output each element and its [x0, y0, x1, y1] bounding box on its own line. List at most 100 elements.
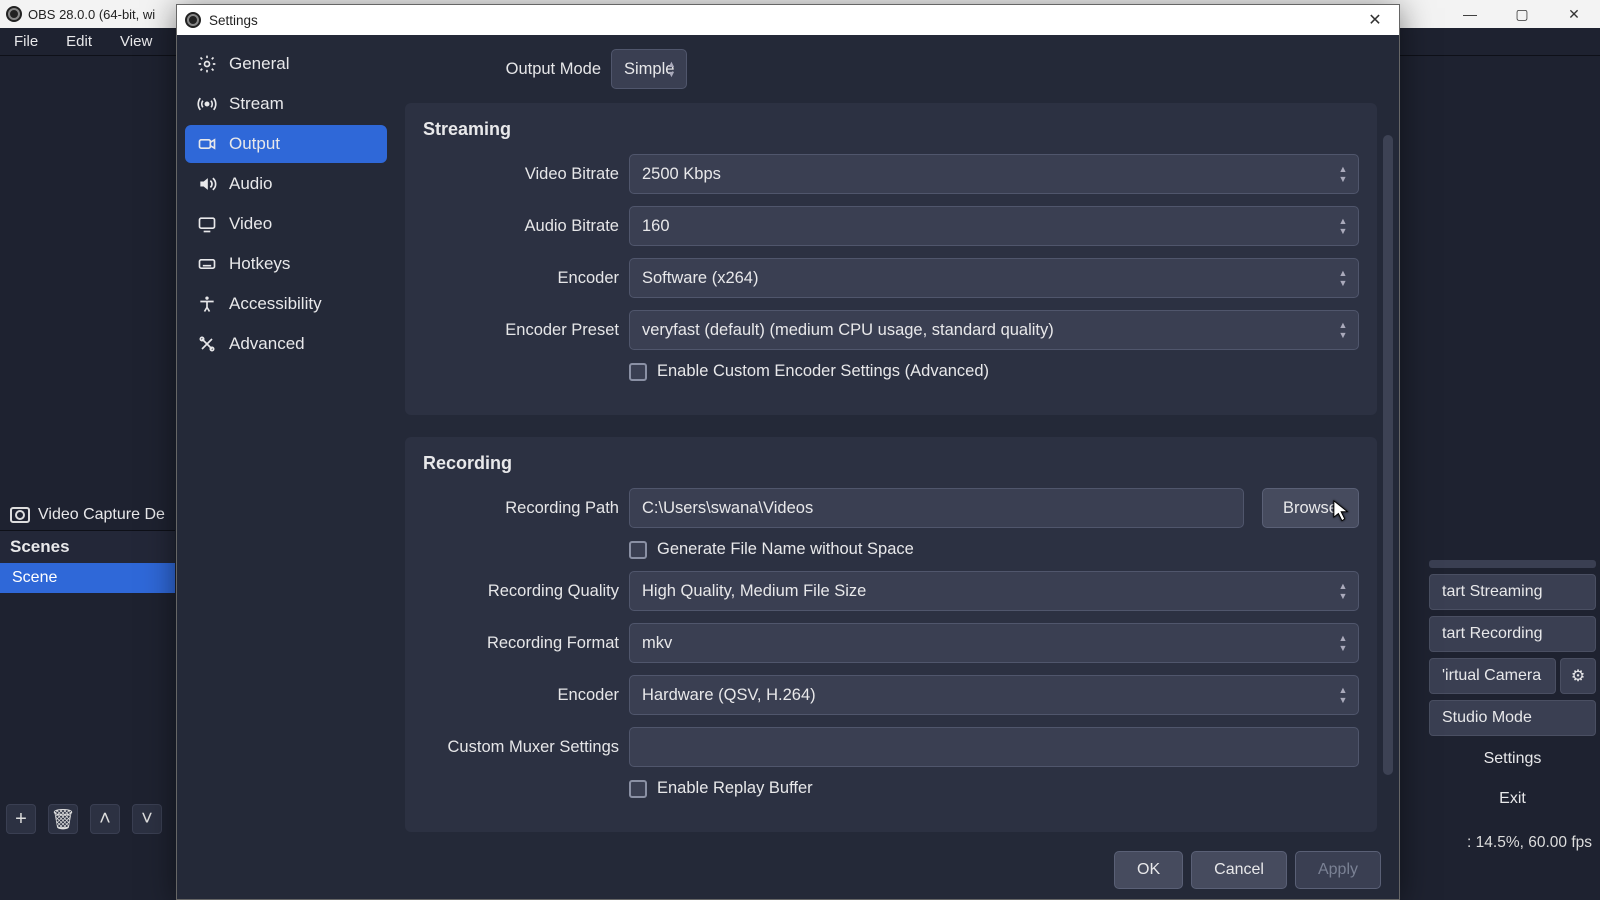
encoder-preset-value: veryfast (default) (medium CPU usage, st…	[642, 321, 1054, 340]
sidebar-item-advanced[interactable]: Advanced	[185, 325, 387, 363]
settings-titlebar: Settings ✕	[177, 5, 1399, 35]
sidebar-item-hotkeys[interactable]: Hotkeys	[185, 245, 387, 283]
output-mode-label: Output Mode	[405, 60, 601, 79]
output-icon	[197, 134, 217, 154]
apply-button[interactable]: Apply	[1295, 851, 1381, 889]
sidebar-item-audio[interactable]: Audio	[185, 165, 387, 203]
start-streaming-button[interactable]: tart Streaming	[1429, 574, 1596, 610]
chevron-up-icon: ▲	[1334, 686, 1352, 694]
audio-bitrate-select[interactable]: 160 ▲ ▼	[629, 206, 1359, 246]
sidebar-item-output[interactable]: Output	[185, 125, 387, 163]
recording-quality-select[interactable]: High Quality, Medium File Size ▲ ▼	[629, 571, 1359, 611]
chevron-down-icon: ▼	[1334, 175, 1352, 183]
delete-scene-button[interactable]: 🗑	[48, 804, 78, 834]
output-mode-select[interactable]: Simple ▲▼	[611, 49, 687, 89]
chevron-up-icon: ▲	[1334, 217, 1352, 225]
antenna-icon	[197, 94, 217, 114]
start-recording-button[interactable]: tart Recording	[1429, 616, 1596, 652]
recording-panel: Recording Recording Path Browse Generate…	[405, 437, 1377, 832]
virtual-camera-settings-button[interactable]: ⚙	[1560, 658, 1596, 694]
encoder-preset-label: Encoder Preset	[423, 321, 619, 340]
encoder-preset-select[interactable]: veryfast (default) (medium CPU usage, st…	[629, 310, 1359, 350]
source-label: Video Capture De	[38, 506, 165, 524]
move-down-button[interactable]: ˅	[132, 804, 162, 834]
chevron-up-icon: ▲	[1334, 582, 1352, 590]
scene-toolbar: + 🗑 ˄ ˅	[6, 804, 162, 834]
controls-panel: tart Streaming tart Recording 'irtual Ca…	[1425, 560, 1600, 816]
recording-quality-label: Recording Quality	[423, 582, 619, 601]
muxer-label: Custom Muxer Settings	[423, 738, 619, 757]
sidebar-label: Stream	[229, 94, 284, 114]
settings-logo-icon	[185, 12, 201, 28]
monitor-icon	[197, 214, 217, 234]
sidebar-item-general[interactable]: General	[185, 45, 387, 83]
scrollbar[interactable]	[1383, 135, 1393, 815]
speaker-icon	[197, 174, 217, 194]
menu-file[interactable]: File	[6, 31, 46, 52]
recording-path-value[interactable]	[642, 499, 1231, 518]
recording-format-label: Recording Format	[423, 634, 619, 653]
virtual-camera-button[interactable]: 'irtual Camera	[1429, 658, 1556, 694]
recording-encoder-label: Encoder	[423, 686, 619, 705]
menu-edit[interactable]: Edit	[58, 31, 100, 52]
chevron-down-icon: ▼	[1334, 331, 1352, 339]
generate-no-space-label: Generate File Name without Space	[657, 540, 914, 559]
gear-icon: ⚙	[1571, 666, 1585, 686]
settings-content: Output Mode Simple ▲▼ Streaming Video Bi…	[395, 35, 1399, 899]
ok-button[interactable]: OK	[1114, 851, 1183, 889]
obs-close-button[interactable]: ✕	[1548, 0, 1600, 28]
recording-format-value: mkv	[642, 634, 672, 653]
chevron-up-icon: ▲	[1334, 634, 1352, 642]
recording-path-input[interactable]	[629, 488, 1244, 528]
video-bitrate-input[interactable]: 2500 Kbps ▲▼	[629, 154, 1359, 194]
sidebar-item-stream[interactable]: Stream	[185, 85, 387, 123]
audio-bitrate-label: Audio Bitrate	[423, 217, 619, 236]
sidebar-label: General	[229, 54, 289, 74]
chevron-down-icon: ▼	[1334, 279, 1352, 287]
sidebar-item-accessibility[interactable]: Accessibility	[185, 285, 387, 323]
trash-icon: 🗑	[50, 807, 75, 832]
sidebar-label: Advanced	[229, 334, 305, 354]
keyboard-icon	[197, 254, 217, 274]
enable-custom-encoder-checkbox[interactable]	[629, 363, 647, 381]
generate-no-space-checkbox[interactable]	[629, 541, 647, 559]
obs-minimize-button[interactable]: —	[1444, 0, 1496, 28]
move-up-button[interactable]: ˄	[90, 804, 120, 834]
muxer-input[interactable]	[629, 727, 1359, 767]
chevron-down-icon: ▼	[1334, 227, 1352, 235]
streaming-encoder-select[interactable]: Software (x264) ▲▼	[629, 258, 1359, 298]
obs-title: OBS 28.0.0 (64-bit, wi	[28, 7, 155, 22]
studio-mode-button[interactable]: Studio Mode	[1429, 700, 1596, 736]
video-bitrate-value: 2500 Kbps	[642, 165, 721, 184]
source-video-capture[interactable]: Video Capture De	[0, 500, 175, 530]
recording-path-label: Recording Path	[423, 499, 619, 518]
cancel-button[interactable]: Cancel	[1191, 851, 1287, 889]
scenes-panel-header: Scenes	[0, 530, 175, 563]
enable-custom-encoder-label: Enable Custom Encoder Settings (Advanced…	[657, 362, 989, 381]
obs-logo-icon	[6, 6, 22, 22]
exit-button[interactable]: Exit	[1429, 782, 1596, 816]
settings-button[interactable]: Settings	[1429, 742, 1596, 776]
chevron-up-icon: ▲	[1334, 269, 1352, 277]
browse-button[interactable]: Browse	[1262, 488, 1359, 528]
audio-bitrate-value: 160	[642, 217, 670, 236]
recording-encoder-select[interactable]: Hardware (QSV, H.264) ▲▼	[629, 675, 1359, 715]
sidebar-item-video[interactable]: Video	[185, 205, 387, 243]
obs-maximize-button[interactable]: ▢	[1496, 0, 1548, 28]
panel-title-recording: Recording	[423, 453, 1359, 474]
sidebar-label: Video	[229, 214, 272, 234]
muxer-value[interactable]	[642, 738, 1346, 757]
recording-quality-value: High Quality, Medium File Size	[642, 582, 866, 601]
settings-close-button[interactable]: ✕	[1351, 5, 1399, 35]
settings-title: Settings	[209, 13, 258, 28]
sidebar-label: Output	[229, 134, 280, 154]
add-scene-button[interactable]: +	[6, 804, 36, 834]
recording-format-select[interactable]: mkv ▲▼	[629, 623, 1359, 663]
gear-icon	[197, 54, 217, 74]
replay-buffer-checkbox[interactable]	[629, 780, 647, 798]
scrollbar-thumb[interactable]	[1383, 135, 1393, 775]
scene-item[interactable]: Scene	[0, 563, 175, 593]
menu-view[interactable]: View	[112, 31, 160, 52]
video-bitrate-label: Video Bitrate	[423, 165, 619, 184]
chevron-down-icon: ▼	[1334, 592, 1352, 600]
